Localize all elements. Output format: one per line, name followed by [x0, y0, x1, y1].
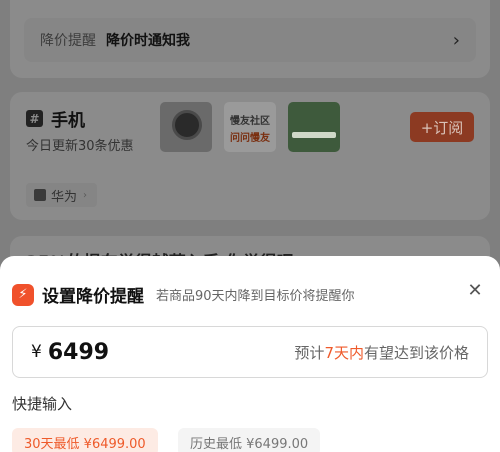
community-thumb-line1: 慢友社区: [230, 116, 270, 127]
chevron-right-icon: ›: [83, 189, 88, 201]
chevron-right-icon: ›: [452, 29, 460, 51]
quick-input-label: 快捷输入: [12, 395, 73, 413]
price-alert-text: 降价时通知我: [106, 33, 190, 49]
sheet-title: 设置降价提醒: [42, 287, 144, 307]
subscribe-button[interactable]: +订阅: [410, 112, 474, 142]
category-card: # 手机 今日更新30条优惠 慢友社区 问问慢友 +订阅 华为 ›: [10, 92, 490, 220]
price-alert-sheet: ⚡ 设置降价提醒 若商品90天内降到目标价将提醒你 ✕ ¥ 6499 预计7天内…: [0, 256, 500, 452]
category-header[interactable]: # 手机: [26, 106, 85, 131]
hashtag-icon: #: [26, 110, 43, 127]
close-icon[interactable]: ✕: [466, 282, 484, 300]
estimate-prefix: 预计: [294, 343, 325, 362]
camera-icon: [172, 110, 202, 140]
estimate-suffix: 有望达到该价格: [363, 343, 469, 362]
price-estimate: 预计7天内有望达到该价格: [294, 342, 469, 363]
target-price-input[interactable]: ¥ 6499 预计7天内有望达到该价格: [12, 326, 488, 378]
estimate-highlight: 7天内: [324, 343, 364, 362]
tag-icon: [34, 189, 46, 201]
quick-chip-30day-low[interactable]: 30天最低 ¥6499.00: [12, 428, 158, 452]
target-price-value: 6499: [47, 339, 110, 365]
category-title: 手机: [51, 111, 85, 131]
price-alert-label: 降价提醒: [40, 33, 96, 49]
price-alert-card: 降价提醒 降价时通知我 ›: [10, 0, 490, 78]
sheet-description: 若商品90天内降到目标价将提醒你: [156, 289, 355, 304]
quick-chip-historical-low[interactable]: 历史最低 ¥6499.00: [178, 428, 321, 452]
community-thumbnail[interactable]: 慢友社区 问问慢友: [224, 102, 276, 152]
phone-thumbnail[interactable]: [160, 102, 212, 152]
brand-chip[interactable]: 华为 ›: [26, 183, 98, 207]
sheet-header: ⚡ 设置降价提醒 若商品90天内降到目标价将提醒你: [12, 282, 355, 307]
community-thumb-line2: 问问慢友: [230, 133, 270, 144]
price-alert-row[interactable]: 降价提醒 降价时通知我 ›: [24, 18, 476, 62]
promo-thumbnail[interactable]: [288, 102, 340, 152]
category-subtitle: 今日更新30条优惠: [26, 139, 134, 154]
brand-chip-label: 华为: [51, 189, 78, 205]
category-thumbnails: 慢友社区 问问慢友: [160, 102, 340, 152]
currency-symbol: ¥: [31, 342, 42, 362]
app-logo-icon: ⚡: [12, 283, 34, 306]
promo-banner-strip: [292, 132, 336, 138]
